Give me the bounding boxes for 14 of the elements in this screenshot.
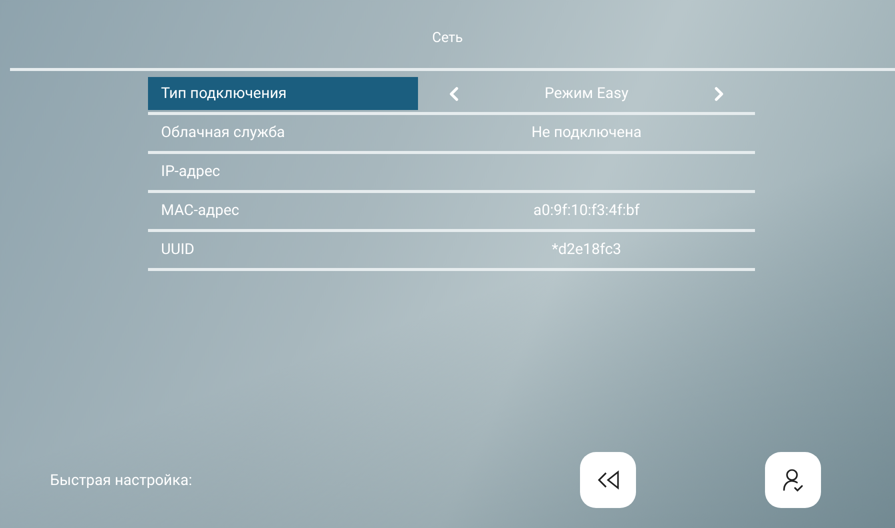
double-back-icon [597,470,620,490]
quick-setup-label: Быстрая настройка: [50,470,192,491]
setting-value: Не подключена [531,122,642,144]
setting-value: a0:9f:10:f3:4f:bf [533,200,640,222]
setting-label[interactable]: Тип подключения [148,77,418,110]
screen-title: Сеть [432,28,463,48]
setting-label[interactable]: MAC-адрес [148,194,418,227]
back-button[interactable] [580,452,636,508]
setting-label[interactable]: IP-адрес [148,155,418,188]
setting-value: Режим Easy [544,83,628,104]
setting-label[interactable]: UUID [148,233,418,266]
setting-label[interactable]: Облачная служба [148,116,418,149]
setting-value: *d2e18fc3 [552,239,622,260]
user-check-button[interactable] [765,452,822,508]
